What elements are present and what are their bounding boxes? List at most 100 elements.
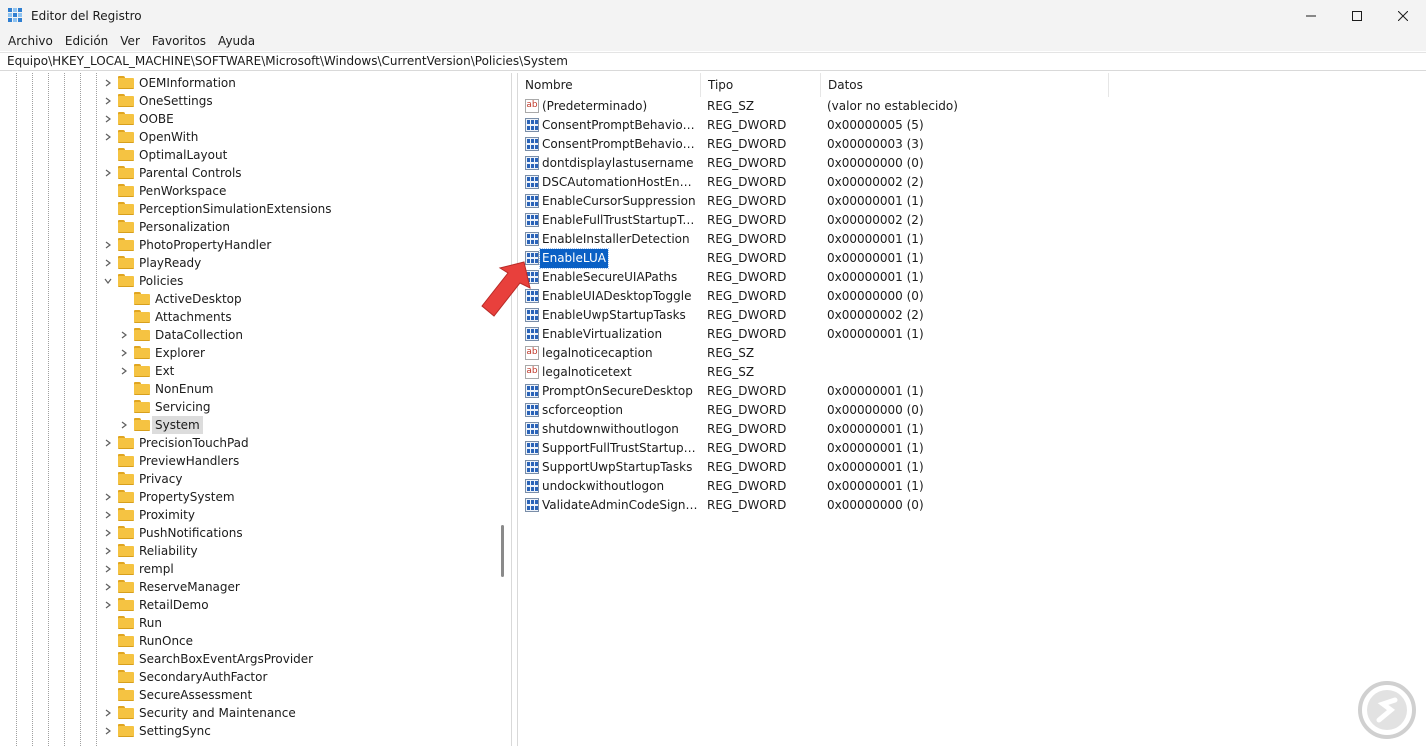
chevron-right-icon[interactable]: [102, 434, 114, 452]
value-row[interactable]: dontdisplaylastusername REG_DWORD 0x000000…: [518, 154, 1426, 173]
tree-item[interactable]: OptimalLayout: [0, 146, 494, 164]
chevron-right-icon[interactable]: [102, 560, 114, 578]
value-row[interactable]: shutdownwithoutlogon REG_DWORD 0x00000001 …: [518, 420, 1426, 439]
value-row[interactable]: EnableInstallerDetection REG_DWORD 0x00000…: [518, 230, 1426, 249]
chevron-right-icon[interactable]: [102, 722, 114, 740]
tree-item[interactable]: Policies: [0, 272, 494, 290]
folder-icon: [118, 580, 134, 594]
column-header-nombre[interactable]: Nombre: [518, 73, 701, 97]
values-list[interactable]: Nombre Tipo Datos ab (Predeterminado) REG_…: [517, 73, 1426, 746]
value-row[interactable]: EnableUIADesktopToggle REG_DWORD 0x0000000…: [518, 287, 1426, 306]
chevron-right-icon[interactable]: [102, 488, 114, 506]
chevron-right-icon[interactable]: [102, 542, 114, 560]
menu-ayuda[interactable]: Ayuda: [212, 34, 261, 48]
tree-item[interactable]: OneSettings: [0, 92, 494, 110]
tree-item[interactable]: SecureAssessment: [0, 686, 494, 704]
tree-item[interactable]: RunOnce: [0, 632, 494, 650]
tree-item[interactable]: Servicing: [0, 398, 494, 416]
menu-ver[interactable]: Ver: [114, 34, 146, 48]
chevron-right-icon[interactable]: [102, 524, 114, 542]
chevron-right-icon[interactable]: [102, 236, 114, 254]
tree-scrollbar-thumb[interactable]: [501, 525, 504, 577]
tree-item[interactable]: PreviewHandlers: [0, 452, 494, 470]
chevron-right-icon[interactable]: [118, 344, 130, 362]
close-button[interactable]: [1380, 0, 1426, 31]
tree-item[interactable]: rempl: [0, 560, 494, 578]
tree-item[interactable]: Proximity: [0, 506, 494, 524]
tree-item[interactable]: NonEnum: [0, 380, 494, 398]
chevron-right-icon[interactable]: [102, 506, 114, 524]
tree-item[interactable]: Run: [0, 614, 494, 632]
chevron-right-icon[interactable]: [118, 416, 130, 434]
value-data: 0x00000000 (0): [827, 156, 924, 170]
tree-item[interactable]: PerceptionSimulationExtensions: [0, 200, 494, 218]
value-row[interactable]: ConsentPromptBehaviorUser REG_DWORD 0x0000…: [518, 135, 1426, 154]
chevron-right-icon[interactable]: [102, 128, 114, 146]
value-row[interactable]: SupportUwpStartupTasks REG_DWORD 0x0000000…: [518, 458, 1426, 477]
column-header-tipo[interactable]: Tipo: [701, 73, 821, 97]
chevron-right-icon[interactable]: [102, 164, 114, 182]
tree-item[interactable]: OOBE: [0, 110, 494, 128]
value-row[interactable]: scforceoption REG_DWORD 0x00000000 (0): [518, 401, 1426, 420]
tree-item[interactable]: ActiveDesktop: [0, 290, 494, 308]
value-row[interactable]: EnableCursorSuppression REG_DWORD 0x000000…: [518, 192, 1426, 211]
value-row[interactable]: ab (Predeterminado) REG_SZ (valor no establ…: [518, 97, 1426, 116]
value-row[interactable]: PromptOnSecureDesktop REG_DWORD 0x00000001…: [518, 382, 1426, 401]
tree-item[interactable]: System: [0, 416, 494, 434]
tree-item[interactable]: Privacy: [0, 470, 494, 488]
value-row[interactable]: ab legalnoticetext REG_SZ: [518, 363, 1426, 382]
chevron-right-icon[interactable]: [102, 704, 114, 722]
chevron-right-icon[interactable]: [118, 326, 130, 344]
column-header-datos[interactable]: Datos: [821, 73, 1109, 97]
value-row[interactable]: EnableFullTrustStartupTasks REG_DWORD 0x00…: [518, 211, 1426, 230]
tree-item[interactable]: OpenWith: [0, 128, 494, 146]
chevron-right-icon[interactable]: [102, 74, 114, 92]
value-row[interactable]: ValidateAdminCodeSignatur... REG_DWORD 0x0…: [518, 496, 1426, 515]
chevron-right-icon[interactable]: [102, 92, 114, 110]
tree-item[interactable]: Personalization: [0, 218, 494, 236]
tree-item[interactable]: PropertySystem: [0, 488, 494, 506]
value-row[interactable]: EnableVirtualization REG_DWORD 0x00000001 …: [518, 325, 1426, 344]
tree-item[interactable]: ReserveManager: [0, 578, 494, 596]
tree-item[interactable]: DataCollection: [0, 326, 494, 344]
folder-icon: [134, 292, 150, 306]
menu-archivo[interactable]: Archivo: [2, 34, 59, 48]
value-row[interactable]: ConsentPromptBehaviorAd... REG_DWORD 0x000…: [518, 116, 1426, 135]
value-data: 0x00000001 (1): [827, 479, 924, 493]
value-row[interactable]: SupportFullTrustStartupTasks REG_DWORD 0x0…: [518, 439, 1426, 458]
chevron-down-icon[interactable]: [102, 272, 114, 290]
tree-item[interactable]: Reliability: [0, 542, 494, 560]
chevron-right-icon[interactable]: [118, 362, 130, 380]
tree-item[interactable]: Explorer: [0, 344, 494, 362]
chevron-right-icon[interactable]: [102, 578, 114, 596]
menu-edicion[interactable]: Edición: [59, 34, 114, 48]
tree-item[interactable]: PhotoPropertyHandler: [0, 236, 494, 254]
value-row[interactable]: ab legalnoticecaption REG_SZ: [518, 344, 1426, 363]
tree-item[interactable]: PlayReady: [0, 254, 494, 272]
maximize-button[interactable]: [1334, 0, 1380, 31]
tree-item[interactable]: Attachments: [0, 308, 494, 326]
chevron-right-icon[interactable]: [102, 596, 114, 614]
value-row[interactable]: EnableLUA REG_DWORD 0x00000001 (1): [518, 248, 1426, 269]
value-row[interactable]: undockwithoutlogon REG_DWORD 0x00000001 (1…: [518, 477, 1426, 496]
value-row[interactable]: EnableSecureUIAPaths REG_DWORD 0x00000001 …: [518, 268, 1426, 287]
chevron-right-icon[interactable]: [102, 254, 114, 272]
tree-item[interactable]: PenWorkspace: [0, 182, 494, 200]
value-row[interactable]: DSCAutomationHostEnabled REG_DWORD 0x00000…: [518, 173, 1426, 192]
tree-item[interactable]: RetailDemo: [0, 596, 494, 614]
value-row[interactable]: EnableUwpStartupTasks REG_DWORD 0x00000002…: [518, 306, 1426, 325]
menu-favoritos[interactable]: Favoritos: [146, 34, 212, 48]
tree-item[interactable]: Ext: [0, 362, 494, 380]
tree-item[interactable]: OEMInformation: [0, 74, 494, 92]
tree-item[interactable]: SettingSync: [0, 722, 494, 740]
minimize-button[interactable]: [1288, 0, 1334, 31]
tree-item[interactable]: Security and Maintenance: [0, 704, 494, 722]
tree-item[interactable]: PushNotifications: [0, 524, 494, 542]
tree-item[interactable]: SearchBoxEventArgsProvider: [0, 650, 494, 668]
tree-item[interactable]: PrecisionTouchPad: [0, 434, 494, 452]
tree-item[interactable]: Parental Controls: [0, 164, 494, 182]
chevron-right-icon[interactable]: [102, 110, 114, 128]
registry-tree[interactable]: OEMInformation OneSettings OOBE OpenWith Opt…: [0, 73, 512, 746]
address-bar[interactable]: Equipo\HKEY_LOCAL_MACHINE\SOFTWARE\Micro…: [0, 52, 1426, 71]
tree-item[interactable]: SecondaryAuthFactor: [0, 668, 494, 686]
